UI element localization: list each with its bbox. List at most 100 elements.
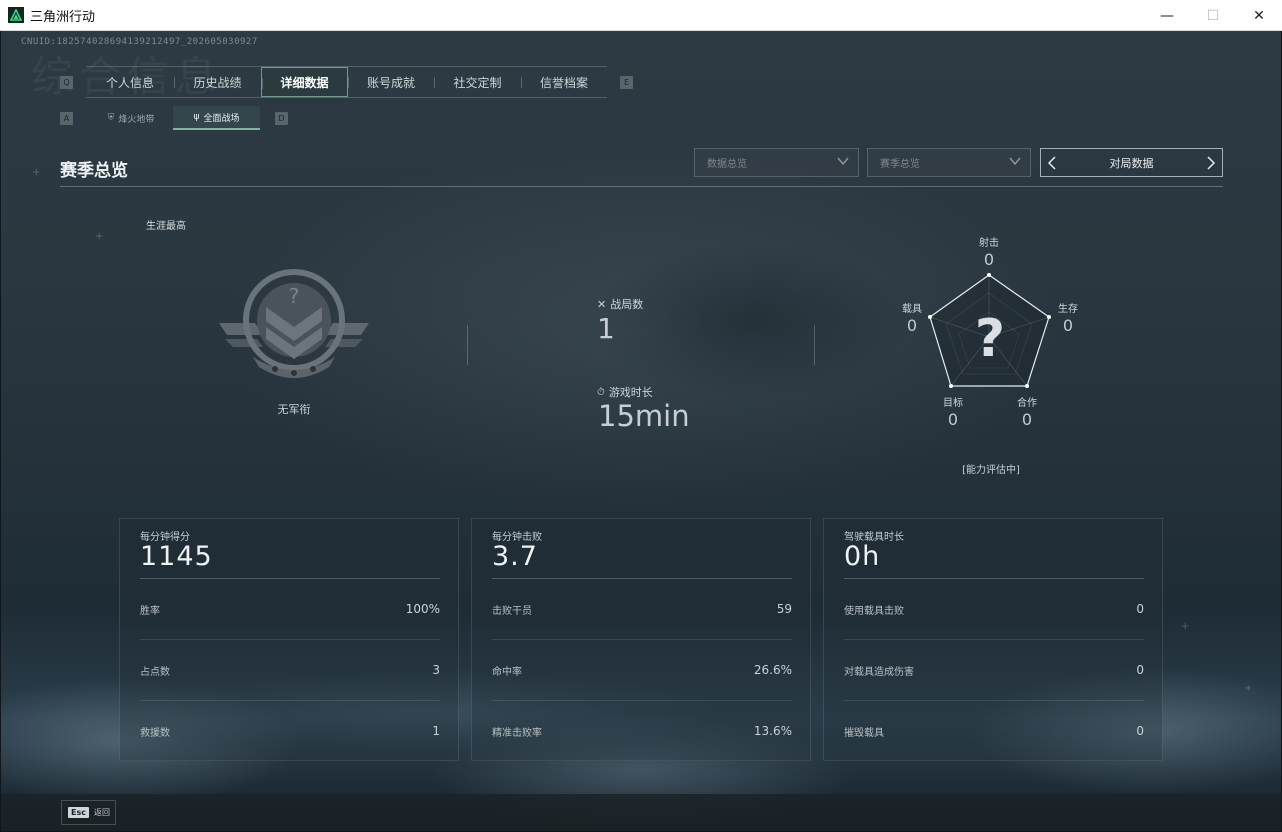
close-icon: ✕ <box>1253 7 1265 24</box>
tab-label: 信誉档案 <box>539 75 588 90</box>
radar-label-survival: 生存 <box>1058 304 1078 315</box>
radar-value-shooting: 0 <box>983 250 995 269</box>
row-value: 3 <box>432 663 440 677</box>
match-data-pager: 对局数据 <box>1040 148 1223 177</box>
decor-crosshair: + <box>32 167 41 178</box>
playtime-label: 游戏时长 <box>608 386 653 399</box>
row-label: 对载具造成伤害 <box>844 667 914 678</box>
question-mark-icon: ? <box>975 309 1005 369</box>
score-per-minute-card: 每分钟得分 1145 胜率 100% 占点数 3 救援数 1 <box>119 518 459 761</box>
hazard-zone-icon: ⛨ <box>107 113 115 123</box>
column-divider <box>467 325 468 365</box>
tab-achievements[interactable]: 账号成就 <box>348 67 434 97</box>
tab-social-custom[interactable]: 社交定制 <box>434 67 521 97</box>
key-hint-next-subtab: D <box>275 112 288 125</box>
matches-value: 1 <box>597 312 615 345</box>
tab-detailed-data[interactable]: 详细数据 <box>261 67 348 97</box>
card-row: 胜率 100% <box>140 602 440 622</box>
card-row: 使用载具击败 0 <box>844 602 1144 622</box>
subtab-warfare[interactable]: ψ 全面战场 <box>173 106 260 130</box>
radar-value-vehicle: 0 <box>906 316 918 335</box>
back-button[interactable]: Esc 返回 <box>61 800 116 825</box>
row-label: 摧毁载具 <box>844 728 884 739</box>
tab-label: 历史战绩 <box>193 75 242 90</box>
radar-label-shooting: 射击 <box>979 238 999 249</box>
card-row: 救援数 1 <box>140 724 440 744</box>
warfare-icon: ψ <box>193 112 200 122</box>
card-row: 精准击败率 13.6% <box>492 724 792 744</box>
section-divider <box>60 186 1223 187</box>
uid-text: CNUID:1825740286941392124​97_20260503092… <box>21 37 258 47</box>
subtab-hazard-zone[interactable]: ⛨ 烽火地带 <box>89 106 173 130</box>
row-label: 击败干员 <box>492 606 532 617</box>
main-tab-bar: 个人信息 历史战绩 详细数据 账号成就 社交定制 信誉档案 <box>86 66 607 98</box>
key-hint-next-tab: E <box>620 76 633 89</box>
row-value: 0 <box>1136 602 1144 616</box>
dropdown-value: 数据总览 <box>707 159 747 170</box>
radar-value-survival: 0 <box>1062 316 1074 335</box>
esc-key-icon: Esc <box>68 807 89 818</box>
row-label: 使用载具击败 <box>844 606 904 617</box>
decor-crosshair: + <box>1181 621 1190 632</box>
card-head-value: 3.7 <box>492 541 538 572</box>
radar-value-objective: 0 <box>947 410 959 429</box>
row-label: 救援数 <box>140 728 170 739</box>
chevron-down-icon <box>837 157 849 166</box>
tab-personal-info[interactable]: 个人信息 <box>86 67 174 97</box>
row-value: 59 <box>776 602 792 616</box>
row-label: 占点数 <box>140 667 170 678</box>
tab-credit-record[interactable]: 信誉档案 <box>521 67 607 97</box>
data-overview-dropdown[interactable]: 数据总览 <box>694 148 859 177</box>
pager-prev-button[interactable] <box>1041 149 1063 176</box>
decor-crosshair: + <box>1244 683 1253 694</box>
row-divider <box>844 700 1144 701</box>
rank-badge-icon: ? <box>219 269 369 378</box>
card-divider <box>492 578 792 579</box>
card-head-value: 1145 <box>140 541 213 572</box>
row-value: 13.6% <box>753 724 792 738</box>
chevron-right-icon <box>1207 155 1216 170</box>
row-label: 胜率 <box>140 606 160 617</box>
sub-tab-bar: ⛨ 烽火地带 ψ 全面战场 <box>89 106 260 130</box>
tab-label: 详细数据 <box>280 75 329 90</box>
radar-label-cooperation: 合作 <box>1017 398 1037 409</box>
subtab-label: 全面战场 <box>203 113 240 124</box>
column-divider <box>814 325 815 365</box>
season-overview-dropdown[interactable]: 赛季总览 <box>867 148 1031 177</box>
app-logo-icon <box>8 7 24 23</box>
tab-label: 个人信息 <box>105 75 154 90</box>
card-row: 命中率 26.6% <box>492 663 792 683</box>
maximize-icon: ☐ <box>1206 7 1220 24</box>
ability-status-text: [能力评估中] <box>962 465 1020 476</box>
radar-label-objective: 目标 <box>943 398 963 409</box>
row-value: 1 <box>432 724 440 738</box>
close-button[interactable]: ✕ <box>1236 0 1282 31</box>
row-divider <box>844 639 1144 640</box>
minimize-icon: — <box>1160 7 1174 24</box>
back-label: 返回 <box>93 808 110 817</box>
row-divider <box>140 639 440 640</box>
section-title: 赛季总览 <box>60 161 128 181</box>
game-viewport: 综合信息 CNUID:1825740286941392124​97_202605… <box>1 31 1281 831</box>
svg-text:?: ? <box>289 284 300 308</box>
career-highest-label: 生涯最高 <box>146 221 186 232</box>
tab-label: 账号成就 <box>366 75 415 90</box>
card-divider <box>844 578 1144 579</box>
window-titlebar: 三角洲行动 — ☐ ✕ <box>0 0 1282 31</box>
stopwatch-icon: ⏱ <box>597 386 605 398</box>
crossed-swords-icon: ✕ <box>597 297 607 311</box>
playtime-label-row: ⏱ 游戏时长 <box>597 384 653 400</box>
matches-label: 战局数 <box>610 298 644 311</box>
row-divider <box>492 639 792 640</box>
row-value: 0 <box>1136 724 1144 738</box>
tab-match-history[interactable]: 历史战绩 <box>174 67 261 97</box>
row-divider <box>140 700 440 701</box>
pager-next-button[interactable] <box>1200 149 1222 176</box>
card-divider <box>140 578 440 579</box>
row-label: 命中率 <box>492 667 522 678</box>
row-divider <box>492 700 792 701</box>
matches-label-row: ✕ 战局数 <box>597 296 643 312</box>
row-value: 0 <box>1136 663 1144 677</box>
maximize-button[interactable]: ☐ <box>1190 0 1236 31</box>
minimize-button[interactable]: — <box>1144 0 1190 31</box>
